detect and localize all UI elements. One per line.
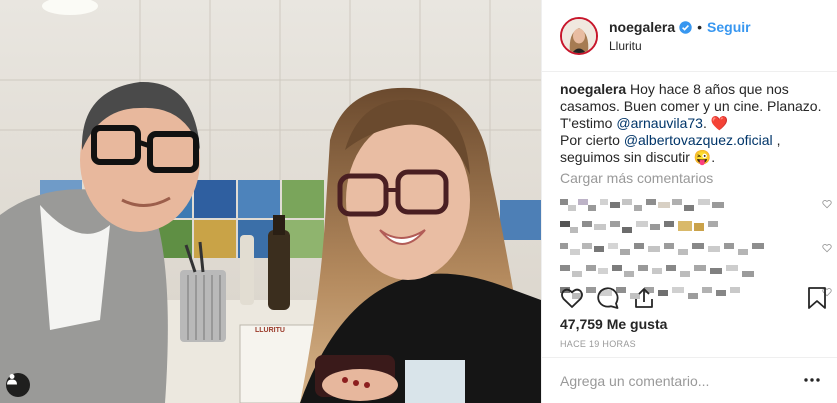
post-caption: noegalera Hoy hace 8 años que nos casamo…: [560, 81, 832, 166]
location-link[interactable]: Lluritu: [609, 39, 751, 53]
action-bar: [560, 286, 830, 310]
caption-line-3-prefix: T'estimo: [560, 115, 613, 131]
caption-line-4-prefix: Por cierto: [560, 132, 620, 148]
mention-link[interactable]: @albertovazquez.oficial: [624, 132, 773, 148]
selfie-photo-illustration: LLURITU: [0, 0, 541, 403]
instagram-post: LLURITU noegalera • Seguir Lluritu noega…: [0, 0, 837, 403]
caption-punct: .: [702, 115, 707, 131]
pixelated-comment: [560, 243, 764, 255]
avatar[interactable]: [560, 16, 598, 55]
caption-punct: .: [711, 149, 716, 165]
heart-emoji: ❤️: [710, 115, 729, 131]
mention-link[interactable]: @arnauvila73: [616, 115, 703, 131]
wink-emoji: 😜: [693, 149, 712, 165]
comment-row: [560, 194, 832, 216]
caption-punct: ,: [776, 132, 781, 148]
separator-dot: •: [697, 19, 703, 35]
caption-line-2: casamos. Buen comer y un cine. Planazo.: [560, 98, 822, 114]
pixelated-comment: [560, 265, 754, 277]
comment-like-icon[interactable]: [822, 199, 832, 209]
share-icon[interactable]: [632, 286, 656, 310]
comment-row: [560, 260, 832, 282]
likes-count[interactable]: 47,759 Me gusta: [560, 316, 667, 332]
follow-button[interactable]: Seguir: [707, 19, 751, 35]
post-side-panel: noegalera • Seguir Lluritu noegalera Hoy…: [541, 0, 837, 403]
comment-like-icon[interactable]: [822, 243, 832, 253]
username-link[interactable]: noegalera: [609, 19, 675, 35]
comments-section: noegalera Hoy hace 8 años que nos casamo…: [560, 81, 832, 304]
add-comment-bar: Agrega un comentario...: [542, 357, 837, 403]
caption-line-1: Hoy hace 8 años que nos: [630, 81, 789, 97]
post-timestamp[interactable]: HACE 19 HORAS: [560, 339, 636, 349]
pixelated-comment: [560, 221, 718, 233]
verified-badge-icon: [679, 20, 692, 34]
load-more-comments-link[interactable]: Cargar más comentarios: [560, 170, 832, 186]
caption-line-5: seguimos sin discutir: [560, 149, 690, 165]
caption-username[interactable]: noegalera: [560, 81, 626, 97]
comment-icon[interactable]: [596, 286, 620, 310]
bookmark-icon[interactable]: [806, 286, 828, 310]
comment-input[interactable]: Agrega un comentario...: [560, 373, 709, 389]
comment-row: [560, 216, 832, 238]
more-options-icon[interactable]: [804, 378, 820, 382]
pixelated-comment: [560, 199, 724, 211]
svg-text:LLURITU: LLURITU: [255, 327, 285, 334]
post-header: noegalera • Seguir Lluritu: [542, 0, 837, 72]
heart-icon[interactable]: [560, 286, 584, 310]
comment-row: [560, 238, 832, 260]
user-tag-icon[interactable]: [6, 373, 30, 397]
post-photo[interactable]: LLURITU: [0, 0, 541, 403]
